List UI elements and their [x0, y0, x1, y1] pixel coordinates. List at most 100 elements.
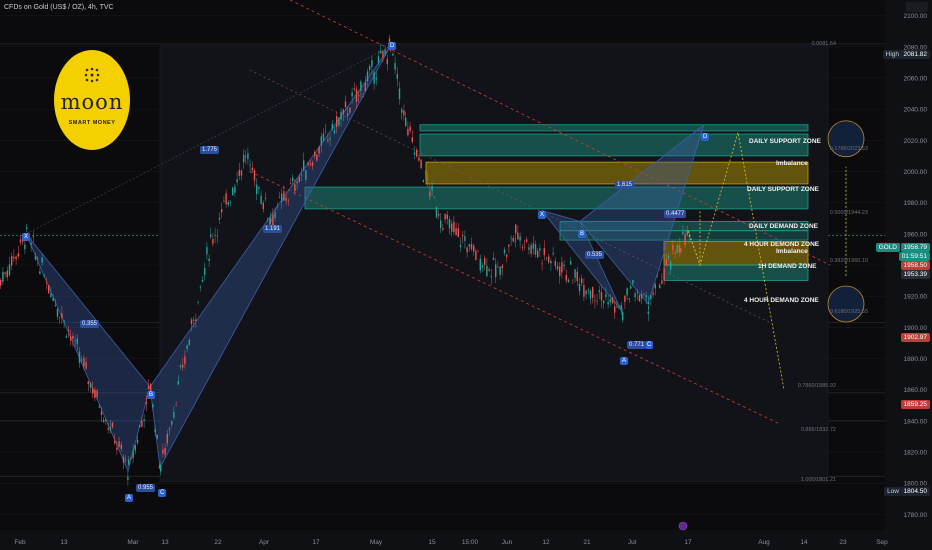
- candle-body: [8, 264, 11, 276]
- candle-body: [236, 179, 238, 183]
- candle-body: [278, 197, 281, 198]
- zone-box: [304, 186, 809, 210]
- candle-body: [243, 154, 245, 163]
- candle-body: [67, 330, 70, 331]
- candle-body: [24, 244, 26, 250]
- candle-body: [283, 191, 285, 201]
- candle-body: [466, 247, 468, 253]
- candle-body: [258, 187, 260, 189]
- candle-body: [17, 253, 19, 257]
- candle-body: [526, 239, 528, 242]
- candle-body: [503, 249, 506, 254]
- candle-body: [448, 218, 451, 229]
- candle-body: [416, 149, 418, 157]
- candle-body: [611, 297, 614, 304]
- candle-body: [214, 234, 216, 236]
- candle-body: [45, 282, 48, 284]
- candle-body: [598, 290, 600, 292]
- candle-body: [667, 255, 670, 259]
- candle-body: [634, 293, 636, 298]
- candle-body: [407, 128, 409, 136]
- candle-body: [438, 214, 440, 216]
- candle-body: [446, 214, 448, 220]
- candle-body: [530, 245, 532, 254]
- candle-body: [431, 185, 433, 191]
- candle-body: [210, 234, 212, 237]
- candle-body: [184, 356, 186, 365]
- x-tick-label: 17: [684, 539, 692, 546]
- candle-body: [403, 110, 405, 116]
- candle-body: [371, 60, 373, 67]
- candle-body: [578, 284, 581, 292]
- candle-body: [171, 420, 173, 425]
- candle-body: [311, 162, 314, 166]
- candle-body: [92, 388, 94, 394]
- candle-body: [6, 270, 8, 278]
- candle-body: [626, 288, 628, 296]
- candle-body: [158, 465, 161, 469]
- candle-body: [4, 272, 6, 275]
- candle-body: [392, 53, 394, 56]
- candle-body: [661, 280, 663, 284]
- candle-body: [453, 221, 455, 233]
- event-marker-icon: [678, 521, 688, 531]
- price-tag: 1953.39: [900, 270, 930, 279]
- candle-body: [427, 178, 429, 180]
- candle-body: [501, 265, 503, 269]
- high-tag-value: 2081.82: [900, 50, 930, 59]
- candle-body: [127, 476, 129, 480]
- candle-body: [70, 336, 72, 341]
- candle-body: [638, 295, 641, 302]
- candle-body: [13, 256, 15, 259]
- point-label-b: B: [147, 391, 156, 399]
- candle-body: [600, 292, 603, 301]
- candle-body: [193, 319, 195, 321]
- candle-body: [624, 295, 626, 302]
- candle-body: [519, 236, 521, 241]
- price-chart[interactable]: 1780.001800.001820.001840.001860.001880.…: [0, 0, 932, 550]
- target-circle: [827, 285, 865, 323]
- ratio-label: 1.191: [263, 225, 283, 233]
- candle-body: [548, 256, 550, 263]
- candle-body: [643, 293, 645, 294]
- candle-body: [686, 230, 688, 236]
- candle-body: [351, 92, 353, 97]
- x-tick-label: 21: [583, 539, 591, 546]
- candle-body: [641, 294, 643, 299]
- candle-body: [120, 444, 122, 449]
- fib-level-label: 0.886/1832.72: [800, 427, 836, 433]
- candle-body: [41, 257, 43, 263]
- candle-body: [616, 307, 618, 308]
- candle-body: [462, 235, 464, 237]
- low-tag-label: Low: [884, 487, 902, 496]
- y-tick-label: 1780.00: [904, 512, 928, 519]
- candle-body: [52, 297, 54, 301]
- ratio-label: 0.535: [585, 251, 605, 259]
- candle-body: [620, 305, 622, 309]
- zone-label: Imbalance: [776, 160, 808, 167]
- candle-body: [349, 107, 351, 113]
- candle-body: [175, 405, 177, 407]
- candle-body: [396, 74, 398, 79]
- candle-body: [2, 271, 4, 282]
- zone-label: 1H DEMAND ZONE: [758, 263, 817, 270]
- y-tick-label: 2060.00: [904, 75, 928, 82]
- candle-body: [429, 191, 431, 197]
- candle-body: [98, 406, 100, 408]
- candle-body: [61, 313, 63, 319]
- candle-body: [680, 248, 682, 252]
- candle-body: [515, 224, 517, 234]
- candle-body: [572, 279, 574, 281]
- candle-body: [678, 245, 681, 252]
- candle-body: [320, 136, 322, 146]
- zone-label: DAILY SUPPORT ZONE: [749, 138, 821, 145]
- y-tick-label: 1920.00: [904, 294, 928, 301]
- candle-body: [477, 250, 479, 252]
- x-tick-label: 22: [214, 539, 222, 546]
- candle-body: [130, 458, 132, 460]
- high-tag-label: High: [882, 50, 902, 59]
- candle-body: [199, 286, 201, 288]
- candle-body: [245, 156, 247, 158]
- zone-label: Imbalance: [776, 248, 808, 255]
- last-price-tag: 1958.79: [900, 243, 930, 252]
